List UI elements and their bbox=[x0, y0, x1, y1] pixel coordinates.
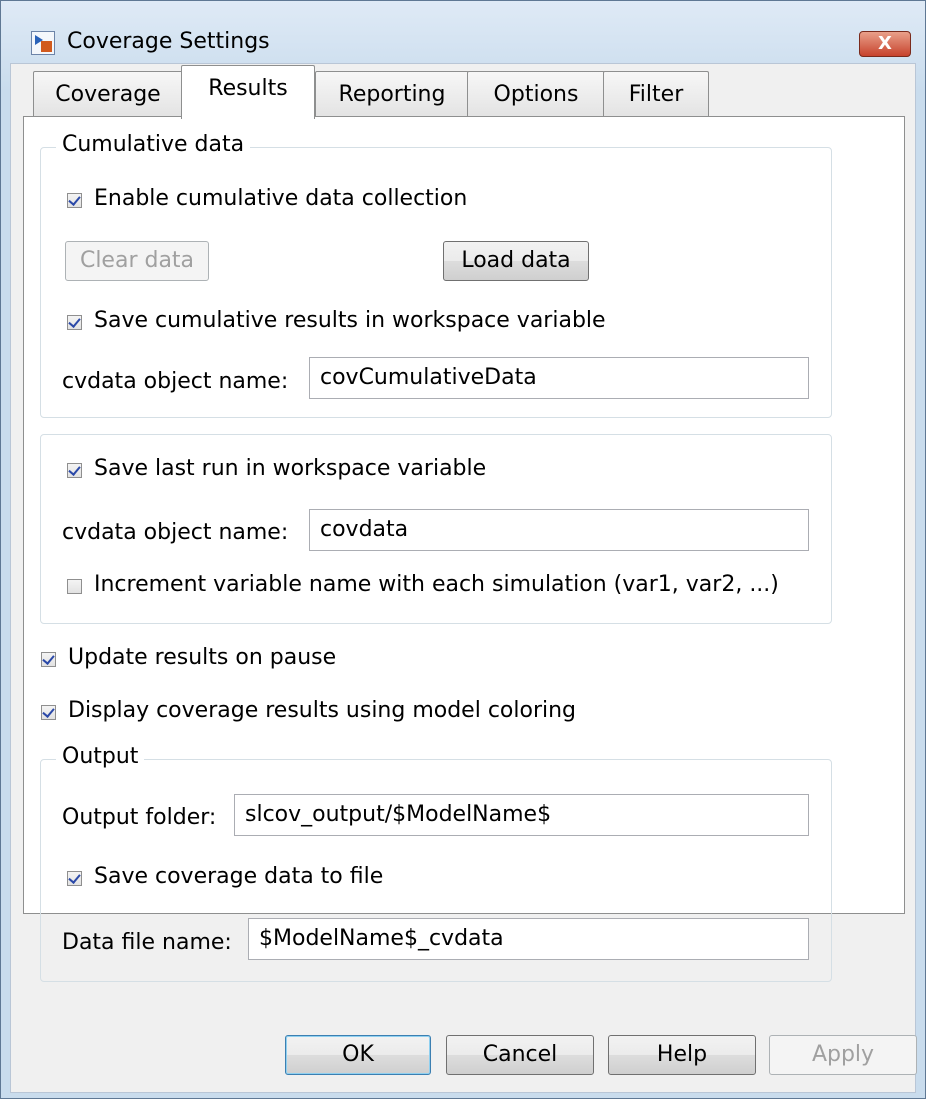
save-last-run-checkbox[interactable] bbox=[67, 463, 82, 478]
update-on-pause-label: Update results on pause bbox=[68, 645, 337, 670]
cancel-button[interactable]: Cancel bbox=[446, 1035, 594, 1075]
output-legend: Output bbox=[56, 744, 145, 769]
apply-button[interactable]: Apply bbox=[769, 1035, 917, 1075]
tab-options[interactable]: Options bbox=[467, 71, 605, 117]
save-to-file-label: Save coverage data to file bbox=[94, 864, 384, 889]
last-run-name-input[interactable]: covdata bbox=[309, 509, 809, 551]
load-data-button[interactable]: Load data bbox=[443, 241, 589, 281]
enable-cumulative-checkbox[interactable] bbox=[67, 193, 82, 208]
help-button[interactable]: Help bbox=[608, 1035, 756, 1075]
enable-cumulative-label: Enable cumulative data collection bbox=[94, 186, 468, 211]
model-coloring-label: Display coverage results using model col… bbox=[68, 698, 577, 723]
update-on-pause-checkbox[interactable] bbox=[41, 652, 56, 667]
model-coloring-checkbox[interactable] bbox=[41, 705, 56, 720]
tab-reporting[interactable]: Reporting bbox=[315, 71, 469, 117]
tab-coverage[interactable]: Coverage bbox=[33, 71, 183, 117]
output-folder-input[interactable]: slcov_output/$ModelName$ bbox=[234, 794, 809, 836]
data-file-name-label: Data file name: bbox=[62, 930, 232, 955]
close-button[interactable]: X bbox=[859, 31, 911, 57]
save-to-file-checkbox[interactable] bbox=[67, 871, 82, 886]
clear-data-button[interactable]: Clear data bbox=[65, 241, 209, 281]
coverage-settings-dialog: Coverage Settings X Coverage Results Rep… bbox=[0, 0, 926, 1099]
save-last-run-label: Save last run in workspace variable bbox=[94, 456, 487, 481]
increment-name-checkbox[interactable] bbox=[67, 579, 82, 594]
window-title: Coverage Settings bbox=[67, 29, 270, 54]
simulink-app-icon bbox=[31, 31, 55, 55]
save-cumulative-label: Save cumulative results in workspace var… bbox=[94, 308, 606, 333]
ok-button[interactable]: OK bbox=[285, 1035, 431, 1075]
last-run-name-label: cvdata object name: bbox=[62, 520, 289, 545]
save-cumulative-checkbox[interactable] bbox=[67, 315, 82, 330]
tab-results[interactable]: Results bbox=[181, 65, 315, 119]
cumulative-name-label: cvdata object name: bbox=[62, 369, 289, 394]
cumulative-name-input[interactable]: covCumulativeData bbox=[309, 357, 809, 399]
data-file-name-input[interactable]: $ModelName$_cvdata bbox=[248, 918, 809, 960]
cumulative-data-legend: Cumulative data bbox=[56, 132, 251, 157]
increment-name-label: Increment variable name with each simula… bbox=[94, 572, 779, 597]
output-folder-label: Output folder: bbox=[62, 805, 217, 830]
tab-filter[interactable]: Filter bbox=[603, 71, 709, 117]
results-tab-panel: Cumulative data Enable cumulative data c… bbox=[23, 116, 905, 982]
